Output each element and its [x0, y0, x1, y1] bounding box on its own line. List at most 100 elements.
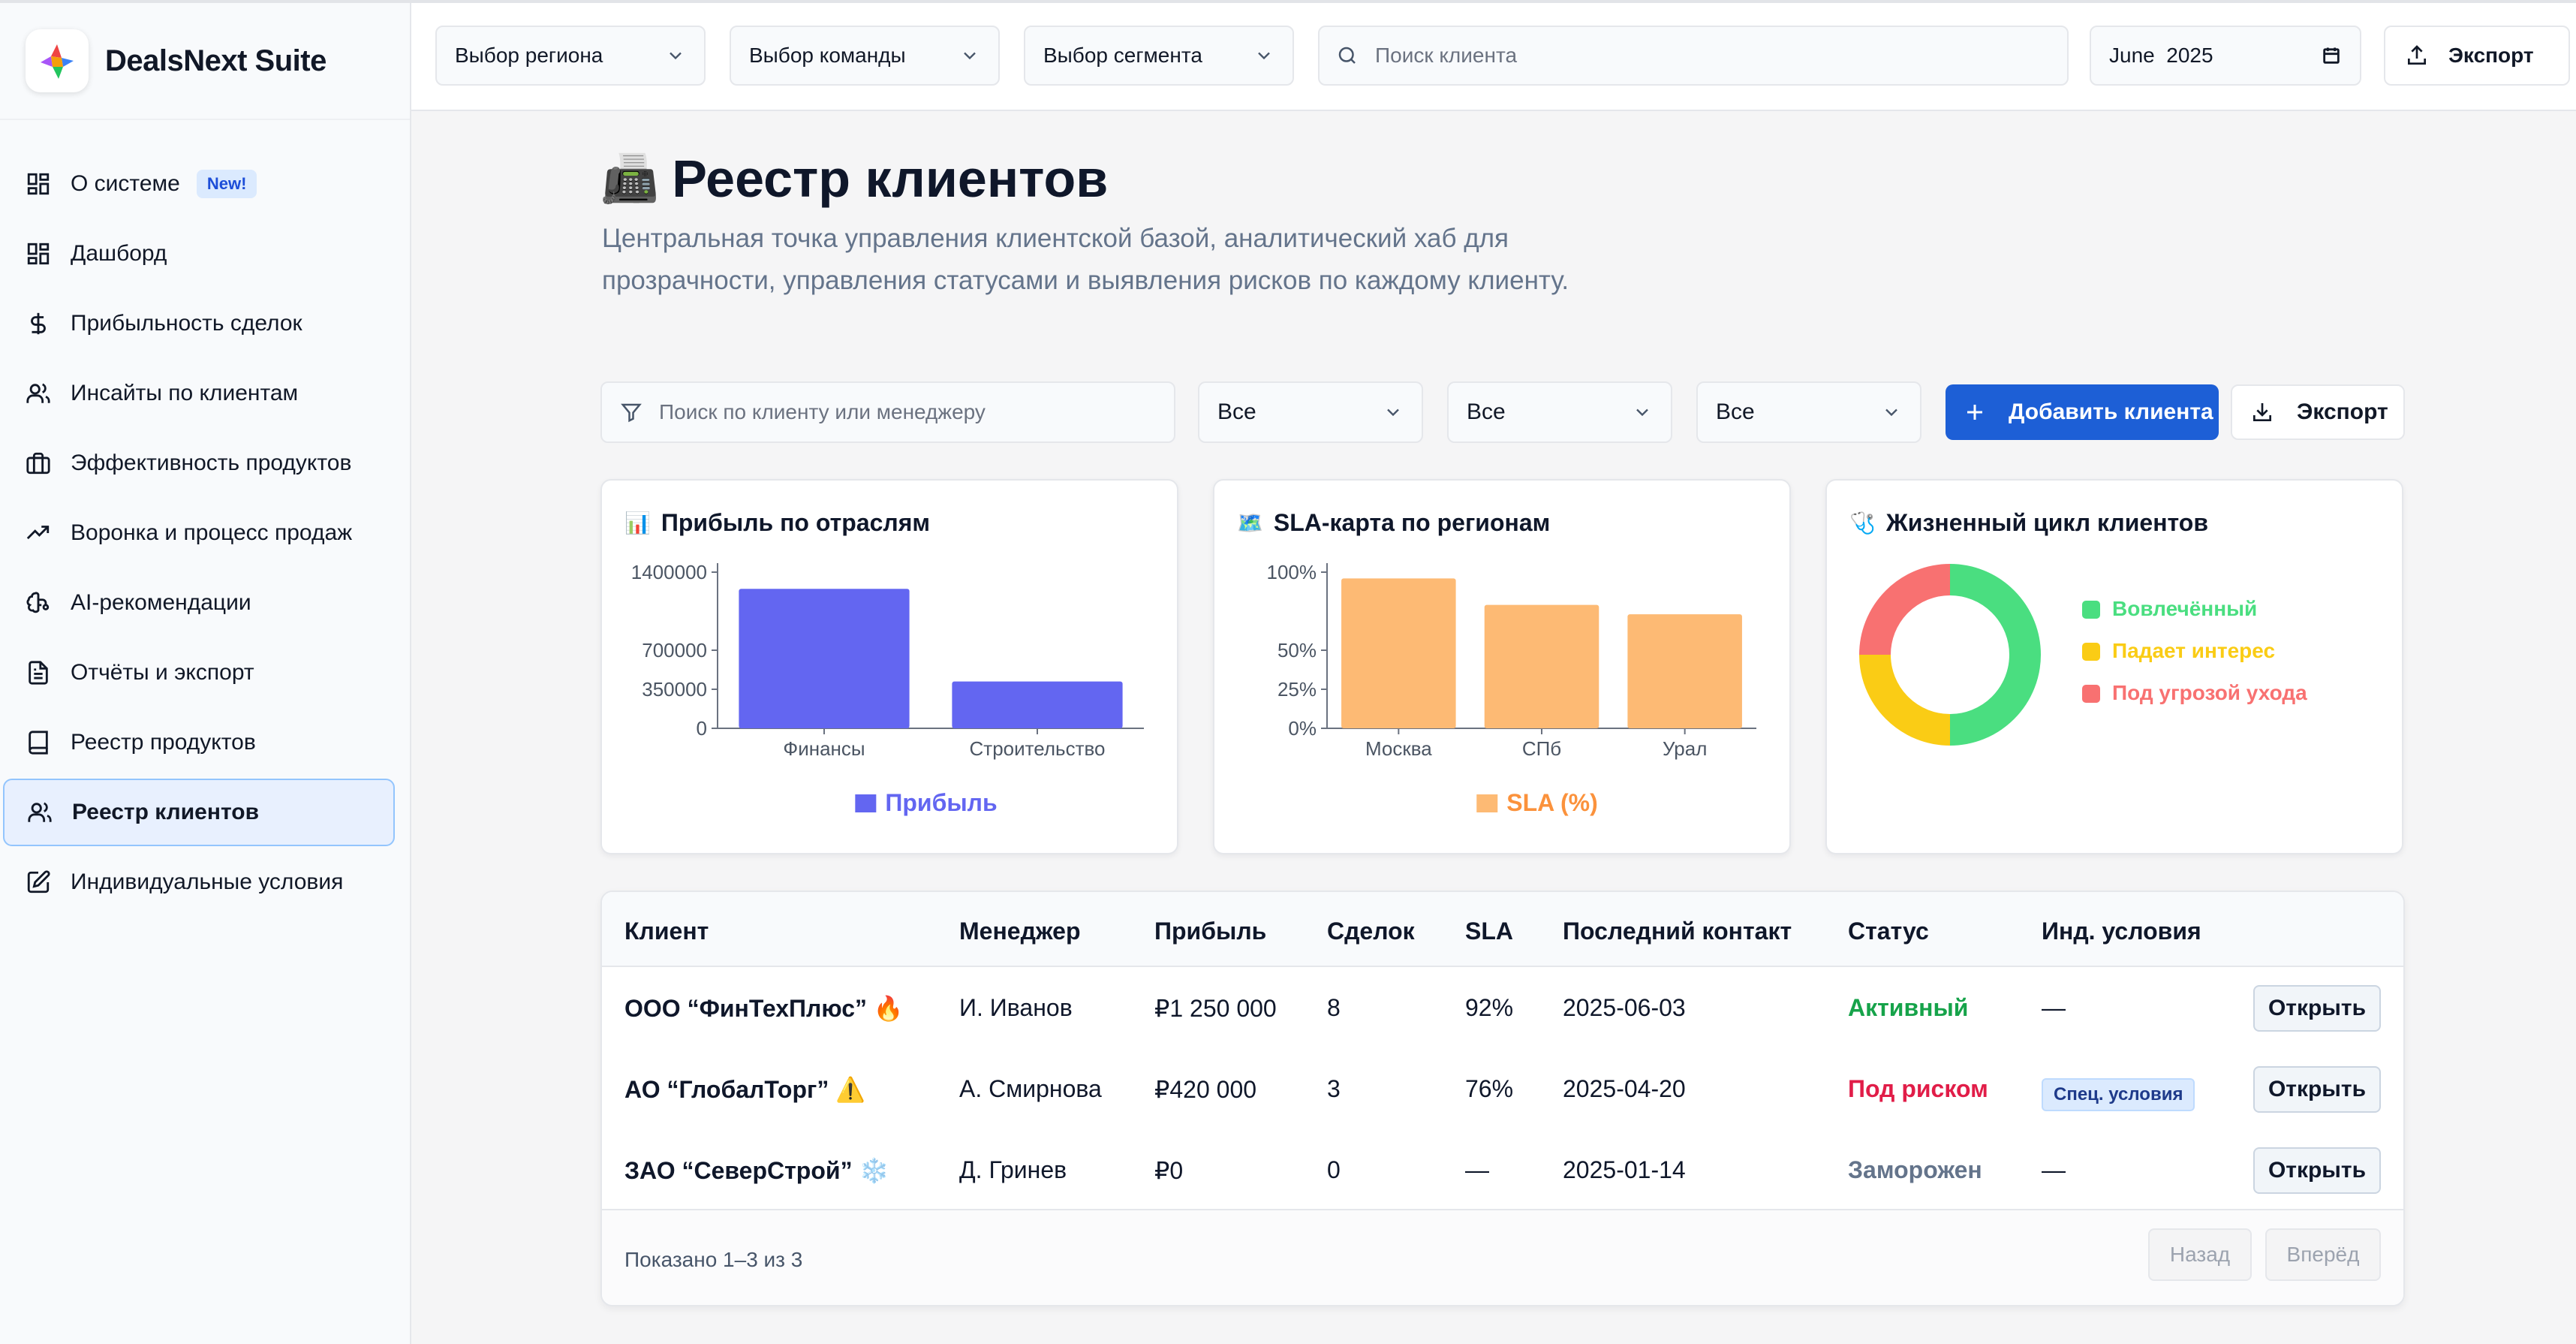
status-badge: Заморожен [1848, 1156, 1982, 1183]
sidebar-item-reports[interactable]: Отчёты и экспорт [3, 639, 395, 707]
region-select[interactable]: Выбор региона [435, 26, 706, 86]
sidebar-item-label: Воронка и процесс продаж [71, 520, 353, 545]
legend-label: Вовлечённый [2112, 597, 2257, 620]
document-icon [23, 657, 54, 689]
filter-select-2[interactable]: Все [1447, 381, 1672, 443]
sidebar-item-dashboard[interactable]: Дашборд [3, 220, 395, 288]
users-icon [24, 797, 56, 828]
table-footer: Показано 1–3 из 3 Назад Вперёд [602, 1209, 2403, 1305]
table-header: Клиент Менеджер Прибыль Сделок SLA После… [602, 892, 2403, 967]
chevron-down-icon [959, 45, 980, 71]
top-export-label: Экспорт [2448, 44, 2534, 67]
sidebar-item-client-insights[interactable]: Инсайты по клиентам [3, 360, 395, 427]
sidebar-item-product-registry[interactable]: Реестр продуктов [3, 709, 395, 776]
team-select-label: Выбор команды [749, 44, 906, 67]
page-title: 📠 Реестр клиентов [600, 149, 1108, 209]
snowflake-icon: ❄️ [859, 1157, 889, 1184]
team-select[interactable]: Выбор команды [730, 26, 1000, 86]
legend-swatch [2082, 685, 2100, 703]
top-export-button[interactable]: Экспорт [2384, 26, 2570, 86]
dollar-icon [23, 308, 54, 339]
legend-label: Падает интерес [2112, 639, 2275, 662]
deals-count: 3 [1327, 1075, 1341, 1102]
table-row: ЗАО “СеверСтрой” ❄️ Д. Гринев ₽0 0 — 202… [602, 1131, 2403, 1212]
briefcase-icon [23, 447, 54, 479]
chevron-down-icon [665, 45, 686, 71]
bar [1341, 578, 1456, 728]
table-row: АО “ГлобалТорг” ⚠️ А. Смирнова ₽420 000 … [602, 1050, 2403, 1131]
deals-count: 8 [1327, 994, 1341, 1021]
next-page-button[interactable]: Вперёд [2265, 1228, 2381, 1281]
sidebar-item-label: Индивидуальные условия [71, 869, 344, 894]
y-tick-label: 50% [1277, 639, 1317, 661]
bar [739, 589, 910, 728]
manager: Д. Гринев [959, 1156, 1067, 1183]
app-name: DealsNext Suite [105, 44, 327, 77]
client-name-text: АО “ГлобалТорг” [624, 1076, 829, 1103]
y-tick-label: 0 [697, 717, 707, 740]
bar [1484, 604, 1599, 728]
prev-page-button[interactable]: Назад [2148, 1228, 2252, 1281]
chevron-down-icon [1632, 402, 1653, 429]
table-row: ООО “ФинТехПлюс” 🔥 И. Иванов ₽1 250 000 … [602, 969, 2403, 1050]
sidebar-item-label: Эффективность продуктов [71, 451, 352, 475]
y-tick-label: 25% [1277, 678, 1317, 701]
book-icon [23, 727, 54, 758]
sidebar-item-ai-recommendations[interactable]: AI-рекомендации [3, 569, 395, 637]
client-lifecycle-card: 🩺 Жизненный цикл клиентов Вовлечённый Пад… [1825, 479, 2403, 854]
sidebar-item-about[interactable]: О системе New! [3, 150, 395, 218]
add-client-button[interactable]: Добавить клиента [1946, 384, 2219, 440]
open-client-button[interactable]: Открыть [2253, 1147, 2381, 1194]
conditions: — [2042, 994, 2066, 1021]
x-tick-label: Строительство [970, 737, 1106, 760]
x-tick-label: Финансы [783, 737, 865, 760]
client-manager-search-input[interactable]: Поиск по клиенту или менеджеру [600, 381, 1175, 443]
segment-select[interactable]: Выбор сегмента [1024, 26, 1294, 86]
sidebar-item-product-efficiency[interactable]: Эффективность продуктов [3, 429, 395, 497]
sidebar-item-client-registry[interactable]: Реестр клиентов [3, 779, 395, 846]
sidebar-item-sales-funnel[interactable]: Воронка и процесс продаж [3, 499, 395, 567]
column-header: Инд. условия [2042, 918, 2201, 945]
open-client-button[interactable]: Открыть [2253, 985, 2381, 1032]
export-label: Экспорт [2297, 399, 2388, 424]
sla-by-region-card: 🗺️ SLA-карта по регионам 0% 25% 50% 100% Мос… [1213, 479, 1791, 854]
legend-swatch [1476, 794, 1498, 812]
sidebar-item-label: О системе [71, 171, 180, 196]
profit-by-industry-card: 📊 Прибыль по отраслям 0 350000 700000 14000… [600, 479, 1178, 854]
donut-slice [1949, 564, 2041, 746]
brain-icon [23, 587, 54, 619]
column-header: SLA [1465, 918, 1513, 945]
filter-search-placeholder: Поиск по клиенту или менеджеру [659, 400, 986, 423]
x-tick-label: СПб [1522, 737, 1561, 760]
sla-chart: 0% 25% 50% 100% Москва СПб Урал SLA (%) [1267, 561, 1756, 816]
legend-label: Прибыль [885, 789, 997, 816]
sidebar: DealsNext Suite О системе New! Дашборд П… [0, 3, 411, 1344]
sidebar-item-label: Прибыльность сделок [71, 311, 302, 336]
open-client-button[interactable]: Открыть [2253, 1066, 2381, 1113]
download-icon [2250, 400, 2274, 424]
date-picker[interactable]: June 2025 [2090, 26, 2361, 86]
y-tick-label: 350000 [642, 678, 707, 701]
chevron-down-icon [1383, 402, 1404, 429]
search-icon [1336, 44, 1359, 67]
column-header: Последний контакт [1563, 918, 1792, 945]
upload-icon [2405, 44, 2429, 68]
column-header: Прибыль [1154, 918, 1267, 945]
sidebar-item-individual-terms[interactable]: Индивидуальные условия [3, 848, 395, 916]
filter-select-1[interactable]: Все [1198, 381, 1423, 443]
column-header: Клиент [624, 918, 709, 945]
bar [1627, 614, 1742, 728]
sidebar-item-deal-profitability[interactable]: Прибыльность сделок [3, 290, 395, 357]
legend-label: SLA (%) [1506, 789, 1597, 816]
sidebar-item-label: Дашборд [71, 241, 167, 266]
client-search-input[interactable]: Поиск клиента [1318, 26, 2069, 86]
filter-select-3[interactable]: Все [1696, 381, 1921, 443]
client-name: ЗАО “СеверСтрой” ❄️ [624, 1156, 889, 1185]
y-tick-label: 700000 [642, 639, 707, 661]
special-conditions-tag[interactable]: Спец. условия [2042, 1078, 2195, 1111]
export-button[interactable]: Экспорт [2231, 384, 2405, 440]
legend-label: Под угрозой ухода [2112, 681, 2307, 704]
profit: ₽0 [1154, 1157, 1184, 1184]
filter-select-value: Все [1217, 399, 1256, 424]
chevron-down-icon [1253, 45, 1274, 71]
